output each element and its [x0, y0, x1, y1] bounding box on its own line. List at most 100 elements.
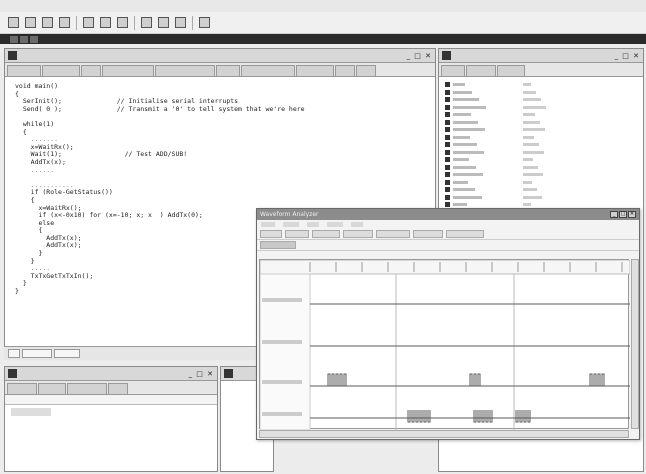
editor-tab[interactable] — [81, 65, 101, 76]
waveform-pulse — [589, 373, 593, 386]
symbol-value — [523, 165, 538, 169]
waveform-pulse — [343, 373, 347, 386]
wf-menu-item[interactable] — [261, 222, 275, 227]
waveform-pulse — [419, 410, 423, 423]
editor-tab[interactable] — [42, 65, 80, 76]
wf-menu-item[interactable] — [351, 222, 363, 227]
symbol-icon — [445, 194, 450, 200]
symbol-name — [453, 90, 472, 94]
wf-tool-button[interactable] — [376, 230, 410, 238]
main-toolbar — [0, 12, 646, 34]
project-tab[interactable] — [20, 35, 28, 43]
close-button[interactable]: ✕ — [628, 211, 636, 218]
wf-menu-item[interactable] — [283, 222, 299, 227]
build-icon[interactable] — [141, 17, 152, 28]
symbol-icon — [445, 134, 450, 140]
wf-menu-item[interactable] — [327, 222, 343, 227]
wf-tool-button[interactable] — [343, 230, 373, 238]
copy-icon[interactable] — [100, 17, 111, 28]
status-tab[interactable] — [22, 349, 52, 358]
browser-tab[interactable] — [466, 65, 496, 76]
debug-icon[interactable] — [175, 17, 186, 28]
editor-tab[interactable] — [7, 65, 41, 76]
output-tab[interactable] — [38, 383, 66, 394]
symbol-row[interactable] — [439, 171, 643, 179]
symbol-row[interactable] — [439, 141, 643, 149]
waveform-window-controls: _ □ ✕ — [610, 211, 636, 218]
waveform-pulse — [515, 410, 519, 423]
horizontal-scrollbar[interactable] — [259, 430, 629, 438]
symbol-value — [523, 195, 542, 199]
output-tab[interactable] — [108, 383, 128, 394]
wf-tool-button[interactable] — [446, 230, 484, 238]
symbol-name — [453, 113, 471, 117]
window-controls[interactable]: _ □ ✕ — [407, 52, 432, 60]
symbol-icon — [445, 104, 450, 110]
editor-tab[interactable] — [216, 65, 240, 76]
print-icon[interactable] — [59, 17, 70, 28]
waveform-tab-strip — [257, 240, 639, 251]
wf-menu-item[interactable] — [307, 222, 319, 227]
minimize-button[interactable]: _ — [610, 211, 618, 218]
wf-tool-button[interactable] — [260, 230, 282, 238]
output-line — [11, 408, 51, 416]
output-tab[interactable] — [67, 383, 107, 394]
symbol-icon — [445, 127, 450, 133]
symbol-row[interactable] — [439, 111, 643, 119]
symbol-row[interactable] — [439, 126, 643, 134]
waveform-pulse — [469, 373, 473, 386]
stop-icon[interactable] — [199, 17, 210, 28]
waveform-pulse — [473, 410, 477, 423]
editor-tab[interactable] — [296, 65, 334, 76]
symbol-row[interactable] — [439, 104, 643, 112]
run-icon[interactable] — [158, 17, 169, 28]
maximize-button[interactable]: □ — [619, 211, 627, 218]
symbol-value — [523, 120, 540, 124]
editor-tab[interactable] — [241, 65, 295, 76]
cut-icon[interactable] — [83, 17, 94, 28]
wf-tab-active[interactable] — [260, 241, 296, 249]
new-file-icon[interactable] — [8, 17, 19, 28]
window-controls[interactable]: _ □ ✕ — [189, 370, 214, 378]
code-line: { — [15, 127, 27, 136]
symbol-row[interactable] — [439, 186, 643, 194]
browser-tab[interactable] — [441, 65, 465, 76]
symbol-row[interactable] — [439, 134, 643, 142]
symbol-row[interactable] — [439, 179, 643, 187]
symbol-row[interactable] — [439, 149, 643, 157]
paste-icon[interactable] — [117, 17, 128, 28]
window-controls[interactable]: _ □ ✕ — [615, 52, 640, 60]
open-file-icon[interactable] — [25, 17, 36, 28]
symbol-row[interactable] — [439, 164, 643, 172]
output-tabs — [5, 381, 217, 395]
editor-tab[interactable] — [102, 65, 154, 76]
project-tab[interactable] — [10, 35, 18, 43]
editor-tab[interactable] — [335, 65, 355, 76]
symbol-row[interactable] — [439, 81, 643, 89]
symbol-value — [523, 83, 531, 87]
symbol-row[interactable] — [439, 96, 643, 104]
browser-tab[interactable] — [497, 65, 525, 76]
output-tab[interactable] — [7, 383, 37, 394]
editor-tab[interactable] — [155, 65, 215, 76]
status-tab[interactable] — [54, 349, 80, 358]
symbol-row[interactable] — [439, 119, 643, 127]
channel-label — [262, 412, 302, 416]
waveform-pulse — [523, 410, 527, 423]
wf-tool-button[interactable] — [285, 230, 309, 238]
wf-tool-button[interactable] — [413, 230, 443, 238]
editor-tab[interactable] — [356, 65, 376, 76]
wf-tool-button[interactable] — [312, 230, 340, 238]
waveform-plot[interactable] — [259, 259, 631, 431]
code-line: if (Role-GetStatus()) — [15, 188, 113, 197]
symbol-row[interactable] — [439, 156, 643, 164]
symbol-row[interactable] — [439, 194, 643, 202]
browser-window-icon — [442, 51, 451, 60]
status-tab[interactable] — [8, 349, 20, 358]
save-icon[interactable] — [42, 17, 53, 28]
waveform-pulse — [597, 373, 601, 386]
project-tab[interactable] — [30, 35, 38, 43]
vertical-scrollbar[interactable] — [631, 259, 639, 429]
symbol-icon — [445, 112, 450, 118]
symbol-row[interactable] — [439, 89, 643, 97]
